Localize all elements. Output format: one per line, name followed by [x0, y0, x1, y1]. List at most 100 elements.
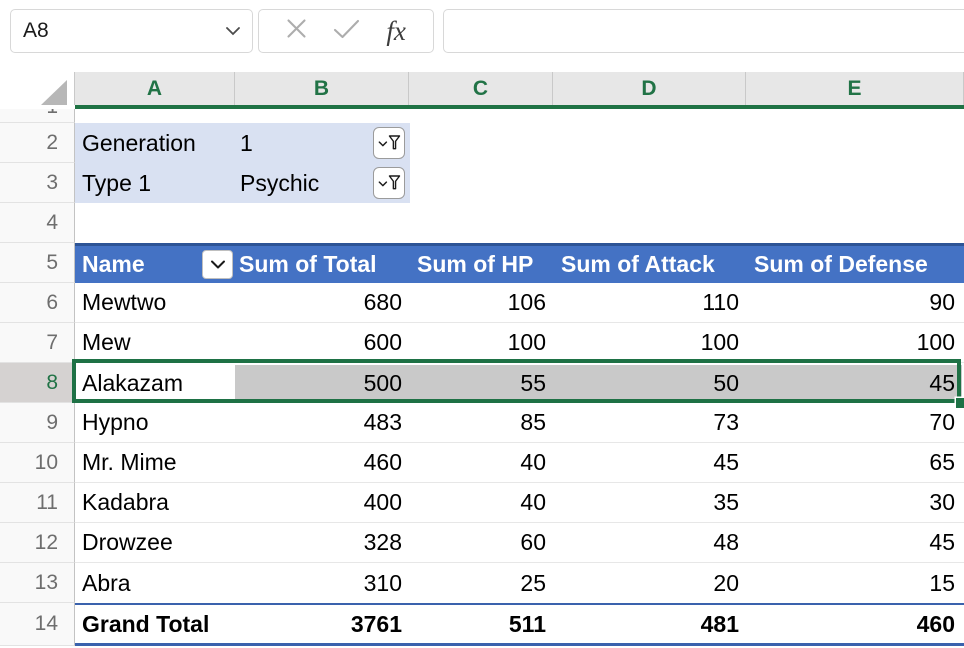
cell-defense[interactable]: 30 [746, 483, 962, 522]
cell-hp[interactable]: 55 [409, 363, 553, 403]
row-header-6[interactable]: 6 [0, 283, 75, 323]
cell-hp[interactable]: 511 [409, 605, 553, 643]
row-header-10[interactable]: 10 [0, 443, 75, 483]
cell-defense[interactable]: 45 [746, 363, 962, 403]
cell-hp[interactable]: 100 [409, 323, 553, 362]
cell-hp[interactable]: 40 [409, 443, 553, 482]
select-all-corner[interactable] [0, 72, 75, 105]
row-header-8[interactable]: 8 [0, 363, 75, 403]
chevron-down-icon [208, 258, 228, 272]
cell-total[interactable]: 600 [235, 323, 409, 362]
cell-hp[interactable]: 25 [409, 563, 553, 603]
filter-dropdown-button[interactable] [373, 127, 405, 159]
row-header-5[interactable]: 5 [0, 243, 75, 283]
cell-total[interactable]: 3761 [235, 605, 409, 643]
sheet-row-2: 2 Generation 1 [0, 123, 964, 163]
cell-name[interactable]: Mew [75, 323, 235, 362]
cell-total[interactable]: 483 [235, 403, 409, 442]
row-header-2[interactable]: 2 [0, 123, 75, 163]
pivot-data-row: 10 Mr. Mime 460 40 45 65 [0, 443, 964, 483]
column-headers: A B C D E [0, 72, 964, 105]
column-header-a[interactable]: A [75, 72, 235, 105]
cell-hp[interactable]: 106 [409, 283, 553, 322]
pivot-header-attack[interactable]: Sum of Attack [553, 246, 746, 283]
column-header-c[interactable]: C [409, 72, 553, 105]
formula-bar-area: A8 fx [0, 0, 964, 72]
name-field-dropdown-button[interactable] [202, 250, 233, 279]
pivot-data-row: 11 Kadabra 400 40 35 30 [0, 483, 964, 523]
pivot-header-defense[interactable]: Sum of Defense [746, 246, 964, 283]
cell-attack[interactable]: 45 [553, 443, 746, 482]
cell-defense[interactable]: 90 [746, 283, 962, 322]
cell-attack[interactable]: 35 [553, 483, 746, 522]
pivot-data-row: 12 Drowzee 328 60 48 45 [0, 523, 964, 563]
fill-handle[interactable] [956, 398, 964, 408]
cell-defense[interactable]: 15 [746, 563, 962, 603]
filter-funnel-icon [375, 169, 403, 197]
cell-defense[interactable]: 65 [746, 443, 962, 482]
column-header-e[interactable]: E [746, 72, 964, 105]
cell-defense[interactable]: 100 [746, 323, 962, 362]
row-header-9[interactable]: 9 [0, 403, 75, 443]
cell-hp[interactable]: 85 [409, 403, 553, 442]
filter-label-cell[interactable]: Type 1 [75, 163, 235, 203]
cell-attack[interactable]: 50 [553, 363, 746, 403]
cell-grand-total-label[interactable]: Grand Total [75, 605, 235, 643]
cell-total[interactable]: 460 [235, 443, 409, 482]
column-header-b[interactable]: B [235, 72, 409, 105]
row-header-13[interactable]: 13 [0, 563, 75, 603]
filter-funnel-icon [375, 129, 403, 157]
cell-defense[interactable]: 45 [746, 523, 962, 562]
cell-total[interactable]: 500 [235, 363, 409, 403]
cell-name[interactable]: Mewtwo [75, 283, 235, 322]
pivot-data-row: 7 Mew 600 100 100 100 [0, 323, 964, 363]
formula-action-group: fx [258, 9, 434, 53]
cell-name[interactable]: Drowzee [75, 523, 235, 562]
name-box[interactable]: A8 [10, 9, 253, 53]
row-header-4[interactable]: 4 [0, 203, 75, 243]
insert-function-icon[interactable]: fx [386, 18, 406, 45]
filter-dropdown-button[interactable] [373, 167, 405, 199]
cell-defense[interactable]: 70 [746, 403, 962, 442]
row-header-14[interactable]: 14 [0, 603, 75, 646]
row-header-3[interactable]: 3 [0, 163, 75, 203]
cell-total[interactable]: 400 [235, 483, 409, 522]
pivot-data-row: 9 Hypno 483 85 73 70 [0, 403, 964, 443]
pivot-grand-total-row: 14 Grand Total 3761 511 481 460 [0, 603, 964, 646]
cell-name[interactable]: Abra [75, 563, 235, 603]
row-header-1[interactable]: 1 [0, 109, 75, 123]
name-box-value: A8 [11, 19, 226, 43]
cell-hp[interactable]: 60 [409, 523, 553, 562]
pivot-header-total[interactable]: Sum of Total [235, 246, 409, 283]
filter-field-generation: Generation 1 [75, 123, 410, 163]
pivot-header-row: 5 Name Sum of Total Sum of HP Sum of Att… [0, 243, 964, 283]
cell-attack[interactable]: 100 [553, 323, 746, 362]
confirm-icon[interactable] [333, 19, 360, 44]
cell-defense[interactable]: 460 [746, 605, 962, 643]
chevron-down-icon[interactable] [226, 27, 240, 36]
sheet-row-3: 3 Type 1 Psychic [0, 163, 964, 203]
active-cell-name[interactable]: Alakazam [75, 363, 235, 403]
cell-hp[interactable]: 40 [409, 483, 553, 522]
sheet-row-4: 4 [0, 203, 964, 243]
cell-attack[interactable]: 481 [553, 605, 746, 643]
select-all-triangle-icon [40, 80, 67, 105]
cell-name[interactable]: Hypno [75, 403, 235, 442]
cell-name[interactable]: Kadabra [75, 483, 235, 522]
filter-label-cell[interactable]: Generation [75, 123, 235, 163]
cell-total[interactable]: 310 [235, 563, 409, 603]
cancel-icon[interactable] [286, 18, 307, 44]
cell-name[interactable]: Mr. Mime [75, 443, 235, 482]
row-header-7[interactable]: 7 [0, 323, 75, 363]
cell-attack[interactable]: 73 [553, 403, 746, 442]
cell-attack[interactable]: 20 [553, 563, 746, 603]
formula-input[interactable] [443, 9, 964, 53]
cell-total[interactable]: 328 [235, 523, 409, 562]
pivot-header-hp[interactable]: Sum of HP [409, 246, 553, 283]
row-header-11[interactable]: 11 [0, 483, 75, 523]
cell-attack[interactable]: 110 [553, 283, 746, 322]
cell-total[interactable]: 680 [235, 283, 409, 322]
column-header-d[interactable]: D [553, 72, 746, 105]
row-header-12[interactable]: 12 [0, 523, 75, 563]
cell-attack[interactable]: 48 [553, 523, 746, 562]
